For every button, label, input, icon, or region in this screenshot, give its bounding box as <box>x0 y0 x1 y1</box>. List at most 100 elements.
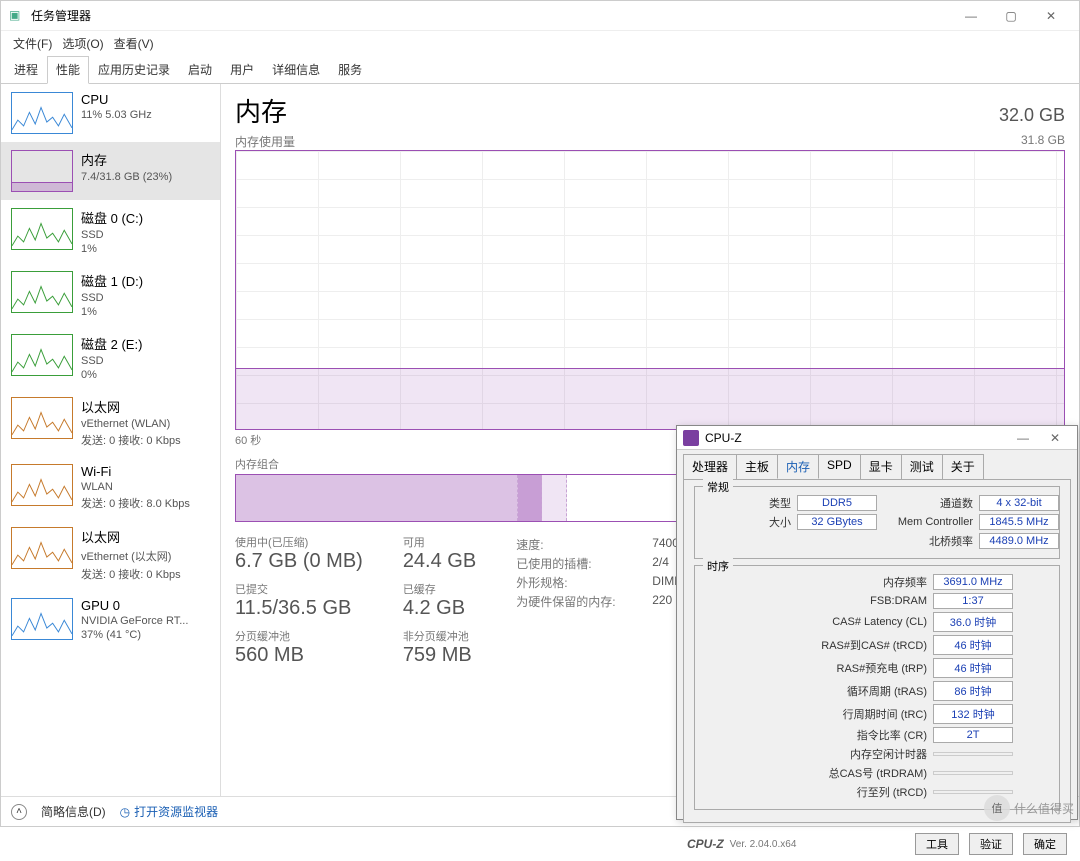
sidebar-title: 磁盘 1 (D:) <box>81 271 143 290</box>
sidebar-item-cpu[interactable]: CPU11% 5.03 GHz <box>1 84 220 142</box>
sidebar-title: 内存 <box>81 150 172 169</box>
tab-性能[interactable]: 性能 <box>47 56 89 84</box>
sidebar-title: Wi-Fi <box>81 464 190 479</box>
menu-file[interactable]: 文件(F) <box>9 33 56 54</box>
cz-label: Mem Controller <box>883 516 973 528</box>
sidebar-item-gpu[interactable]: GPU 0NVIDIA GeForce RT...37% (41 °C) <box>1 590 220 649</box>
thumb-net <box>11 527 73 569</box>
prop-label: 速度: <box>516 536 636 553</box>
cz-label: FSB:DRAM <box>787 595 927 607</box>
sidebar-sub: 11% 5.03 GHz <box>81 109 152 121</box>
cz-label: RAS#预充电 (tRP) <box>787 660 927 676</box>
sidebar-sub: SSD <box>81 355 142 367</box>
perf-sidebar: CPU11% 5.03 GHz内存7.4/31.8 GB (23%)磁盘 0 (… <box>1 84 221 796</box>
cpuz-window[interactable]: CPU-Z — ✕ 处理器主板内存SPD显卡测试关于 常规 类型DDR5大小32… <box>676 425 1078 820</box>
cz-value: 46 时钟 <box>933 635 1013 655</box>
ok-button[interactable]: 确定 <box>1023 833 1067 855</box>
sidebar-sub2: 发送: 0 接收: 0 Kbps <box>81 432 181 448</box>
thumb-cpu <box>11 92 73 134</box>
window-title: 任务管理器 <box>31 7 91 24</box>
main-tabs: 进程性能应用历史记录启动用户详细信息服务 <box>1 56 1079 84</box>
cpuz-tab-显卡[interactable]: 显卡 <box>860 454 902 479</box>
tab-应用历史记录[interactable]: 应用历史记录 <box>89 56 179 83</box>
sidebar-sub: WLAN <box>81 481 190 493</box>
tools-button[interactable]: 工具 <box>915 833 959 855</box>
stat-value: 560 MB <box>235 644 363 667</box>
sidebar-item-net[interactable]: Wi-FiWLAN发送: 0 接收: 8.0 Kbps <box>1 456 220 519</box>
page-title: 内存 <box>235 92 287 129</box>
cz-value: 46 时钟 <box>933 658 1013 678</box>
menu-bar: 文件(F) 选项(O) 查看(V) <box>1 31 1079 56</box>
sidebar-sub2: 发送: 0 接收: 0 Kbps <box>81 566 181 582</box>
cpuz-tab-内存[interactable]: 内存 <box>777 454 819 479</box>
tab-启动[interactable]: 启动 <box>179 56 221 83</box>
cpuz-tab-关于[interactable]: 关于 <box>942 454 984 479</box>
menu-options[interactable]: 选项(O) <box>58 33 107 54</box>
sidebar-title: 以太网 <box>81 397 181 416</box>
comp-in-use <box>236 475 518 521</box>
sidebar-title: GPU 0 <box>81 598 188 613</box>
cz-label: 北桥频率 <box>883 533 973 549</box>
sidebar-sub2: 1% <box>81 306 143 318</box>
memory-usage-chart <box>235 150 1065 430</box>
menu-view[interactable]: 查看(V) <box>110 33 158 54</box>
resmon-icon: ◷ <box>120 805 130 819</box>
tab-用户[interactable]: 用户 <box>221 56 263 83</box>
cz-value: 32 GBytes <box>797 514 877 530</box>
sidebar-item-net[interactable]: 以太网vEthernet (以太网)发送: 0 接收: 0 Kbps <box>1 519 220 590</box>
cz-label: 内存频率 <box>787 574 927 590</box>
cz-value: 36.0 时钟 <box>933 612 1013 632</box>
app-icon: ▣ <box>9 8 25 24</box>
sidebar-item-disk[interactable]: 磁盘 1 (D:)SSD1% <box>1 263 220 326</box>
sidebar-item-disk[interactable]: 磁盘 2 (E:) SSD 0% <box>1 326 220 389</box>
cpuz-general-group: 常规 类型DDR5大小32 GBytes 通道数4 x 32-bitMem Co… <box>694 486 1060 559</box>
sidebar-title: 磁盘 2 (E:) <box>81 334 142 353</box>
chart-max-label: 31.8 GB <box>1021 133 1065 150</box>
sidebar-item-disk[interactable]: 磁盘 0 (C:)SSD1% <box>1 200 220 263</box>
cz-label: 大小 <box>701 514 791 530</box>
maximize-button[interactable]: ▢ <box>991 9 1031 23</box>
cz-value: 1:37 <box>933 593 1013 609</box>
cpuz-tab-测试[interactable]: 测试 <box>901 454 943 479</box>
cz-value: 86 时钟 <box>933 681 1013 701</box>
sidebar-sub2: 1% <box>81 243 143 255</box>
cpuz-tab-处理器[interactable]: 处理器 <box>683 454 737 479</box>
memory-capacity: 32.0 GB <box>999 105 1065 126</box>
prop-label: 外形规格: <box>516 574 636 591</box>
sidebar-sub: SSD <box>81 229 143 241</box>
chevron-up-icon[interactable]: ˄ <box>11 804 27 820</box>
thumb-disk <box>11 208 73 250</box>
resource-monitor-link[interactable]: ◷ 打开资源监视器 <box>120 803 219 820</box>
prop-label: 为硬件保留的内存: <box>516 593 636 610</box>
cpuz-close-button[interactable]: ✕ <box>1039 431 1071 445</box>
cz-label: 总CAS号 (tRDRAM) <box>787 765 927 781</box>
cz-label: 行周期时间 (tRC) <box>787 706 927 722</box>
cpuz-tab-主板[interactable]: 主板 <box>736 454 778 479</box>
titlebar[interactable]: ▣ 任务管理器 — ▢ ✕ <box>1 1 1079 31</box>
window-controls: — ▢ ✕ <box>951 9 1071 23</box>
cpuz-tab-SPD[interactable]: SPD <box>818 454 861 479</box>
close-button[interactable]: ✕ <box>1031 9 1071 23</box>
tab-服务[interactable]: 服务 <box>329 56 371 83</box>
minimize-button[interactable]: — <box>951 9 991 23</box>
sidebar-item-net[interactable]: 以太网vEthernet (WLAN)发送: 0 接收: 0 Kbps <box>1 389 220 456</box>
cz-label: 类型 <box>701 495 791 511</box>
less-details-link[interactable]: 简略信息(D) <box>41 803 106 820</box>
cpuz-titlebar[interactable]: CPU-Z — ✕ <box>677 426 1077 450</box>
stat-label: 已缓存 <box>403 581 476 597</box>
cpuz-brand: CPU-Z <box>687 837 724 851</box>
stat-label: 可用 <box>403 534 476 550</box>
sidebar-item-mem[interactable]: 内存7.4/31.8 GB (23%) <box>1 142 220 200</box>
cz-label: RAS#到CAS# (tRCD) <box>787 637 927 653</box>
sidebar-sub2: 0% <box>81 369 142 381</box>
tab-详细信息[interactable]: 详细信息 <box>263 56 329 83</box>
cz-value <box>933 752 1013 756</box>
validate-button[interactable]: 验证 <box>969 833 1013 855</box>
timing-legend: 时序 <box>703 558 733 574</box>
cz-label: 指令比率 (CR) <box>787 727 927 743</box>
cpuz-minimize-button[interactable]: — <box>1007 431 1039 445</box>
cpuz-tabs: 处理器主板内存SPD显卡测试关于 <box>677 450 1077 479</box>
tab-进程[interactable]: 进程 <box>5 56 47 83</box>
thumb-disk <box>11 271 73 313</box>
cpuz-title: CPU-Z <box>705 431 742 445</box>
